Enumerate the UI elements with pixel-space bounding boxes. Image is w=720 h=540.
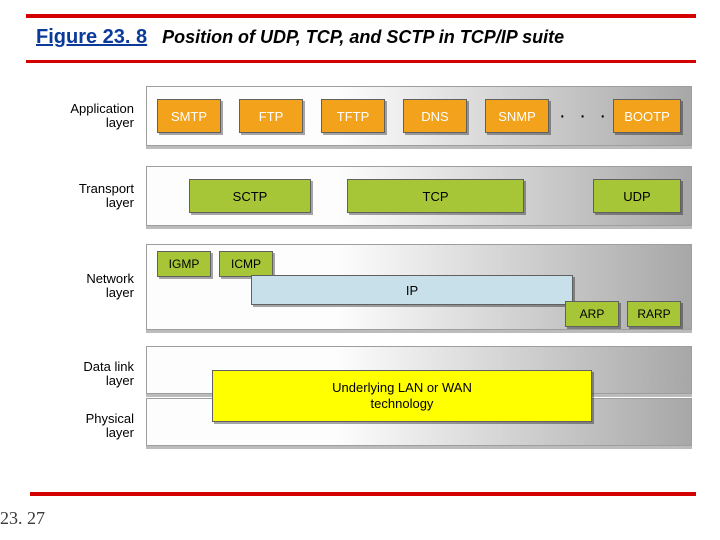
figure-title: Figure 23. 8 Position of UDP, TCP, and S… — [36, 26, 686, 58]
box-dns: DNS — [403, 99, 467, 133]
figure-caption: Position of UDP, TCP, and SCTP in TCP/IP… — [162, 27, 564, 47]
box-sctp: SCTP — [189, 179, 311, 213]
box-tftp: TFTP — [321, 99, 385, 133]
label-datalink-layer: Data linklayer — [18, 360, 134, 388]
box-underlying-technology: Underlying LAN or WAN technology — [212, 370, 592, 422]
header-rule — [26, 14, 696, 18]
label-application-layer: Applicationlayer — [18, 102, 134, 130]
box-bootp: BOOTP — [613, 99, 681, 133]
box-icmp: ICMP — [219, 251, 273, 277]
box-ip: IP — [251, 275, 573, 305]
box-snmp: SNMP — [485, 99, 549, 133]
box-igmp: IGMP — [157, 251, 211, 277]
panel-application: SMTP FTP TFTP DNS SNMP · · · BOOTP — [146, 86, 692, 146]
page-number: 23. 27 — [0, 508, 45, 529]
box-rarp: RARP — [627, 301, 681, 327]
label-network-layer: Networklayer — [18, 272, 134, 300]
title-underline — [26, 60, 696, 63]
footer-rule — [30, 492, 696, 496]
figure-number: Figure 23. 8 — [36, 26, 147, 48]
tcpip-diagram: Applicationlayer SMTP FTP TFTP DNS SNMP … — [18, 80, 706, 484]
panel-network: IGMP ICMP IP ARP RARP — [146, 244, 692, 330]
box-arp: ARP — [565, 301, 619, 327]
panel-transport: SCTP TCP UDP — [146, 166, 692, 226]
box-smtp: SMTP — [157, 99, 221, 133]
label-physical-layer: Physicallayer — [18, 412, 134, 440]
box-tcp: TCP — [347, 179, 524, 213]
box-ftp: FTP — [239, 99, 303, 133]
label-transport-layer: Transportlayer — [18, 182, 134, 210]
ellipsis-icon: · · · — [559, 105, 610, 128]
box-udp: UDP — [593, 179, 681, 213]
